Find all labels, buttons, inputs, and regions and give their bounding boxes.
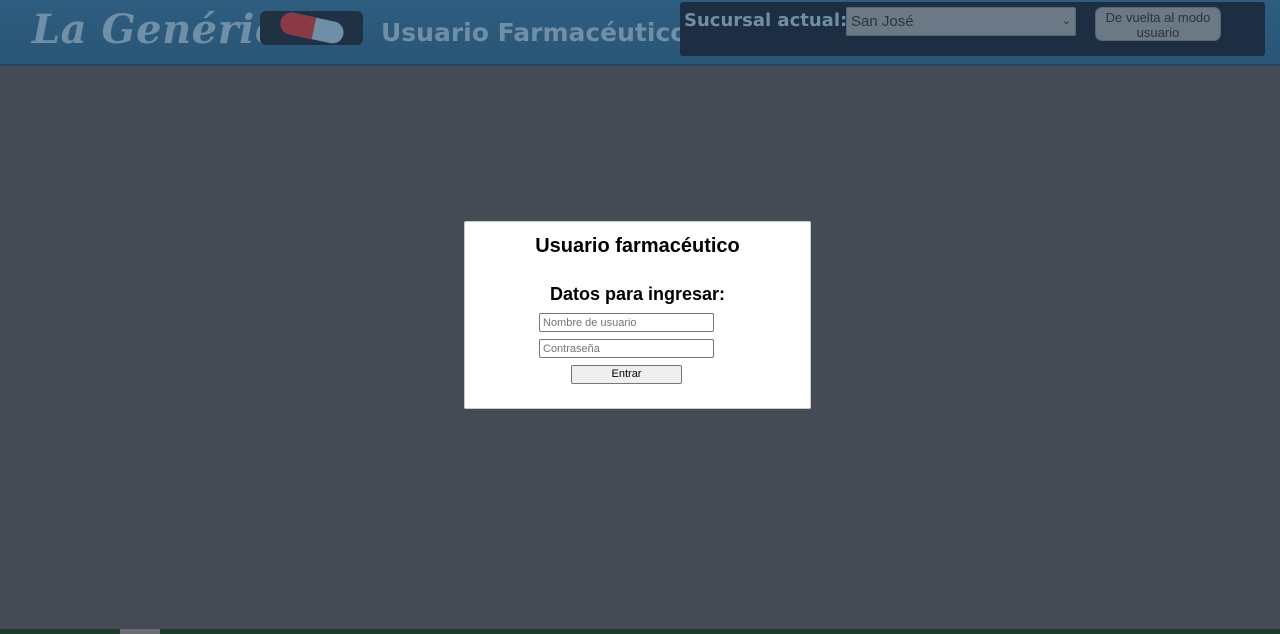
pill-icon	[260, 11, 363, 45]
back-to-user-mode-button[interactable]: De vuelta al modo usuario	[1095, 7, 1221, 41]
bottom-strip	[0, 629, 1280, 634]
bottom-strip-tab	[120, 629, 160, 634]
branch-label: Sucursal actual:	[684, 10, 848, 31]
branch-panel: Sucursal actual: San José ⌄ De vuelta al…	[680, 2, 1265, 56]
username-input[interactable]	[539, 313, 714, 332]
app-subtitle: Usuario Farmacéutico	[381, 18, 688, 47]
login-modal: Usuario farmacéutico Datos para ingresar…	[464, 221, 811, 409]
app-header: La Genérica Usuario Farmacéutico Sucursa…	[0, 0, 1280, 66]
login-submit-button[interactable]: Entrar	[571, 365, 682, 384]
chevron-down-icon: ⌄	[1061, 15, 1071, 27]
modal-title: Usuario farmacéutico	[535, 235, 740, 257]
password-input[interactable]	[539, 339, 714, 358]
branch-selected-value: San José	[851, 13, 914, 30]
modal-subtitle: Datos para ingresar:	[549, 284, 726, 304]
branch-select[interactable]: San José ⌄	[846, 7, 1076, 36]
